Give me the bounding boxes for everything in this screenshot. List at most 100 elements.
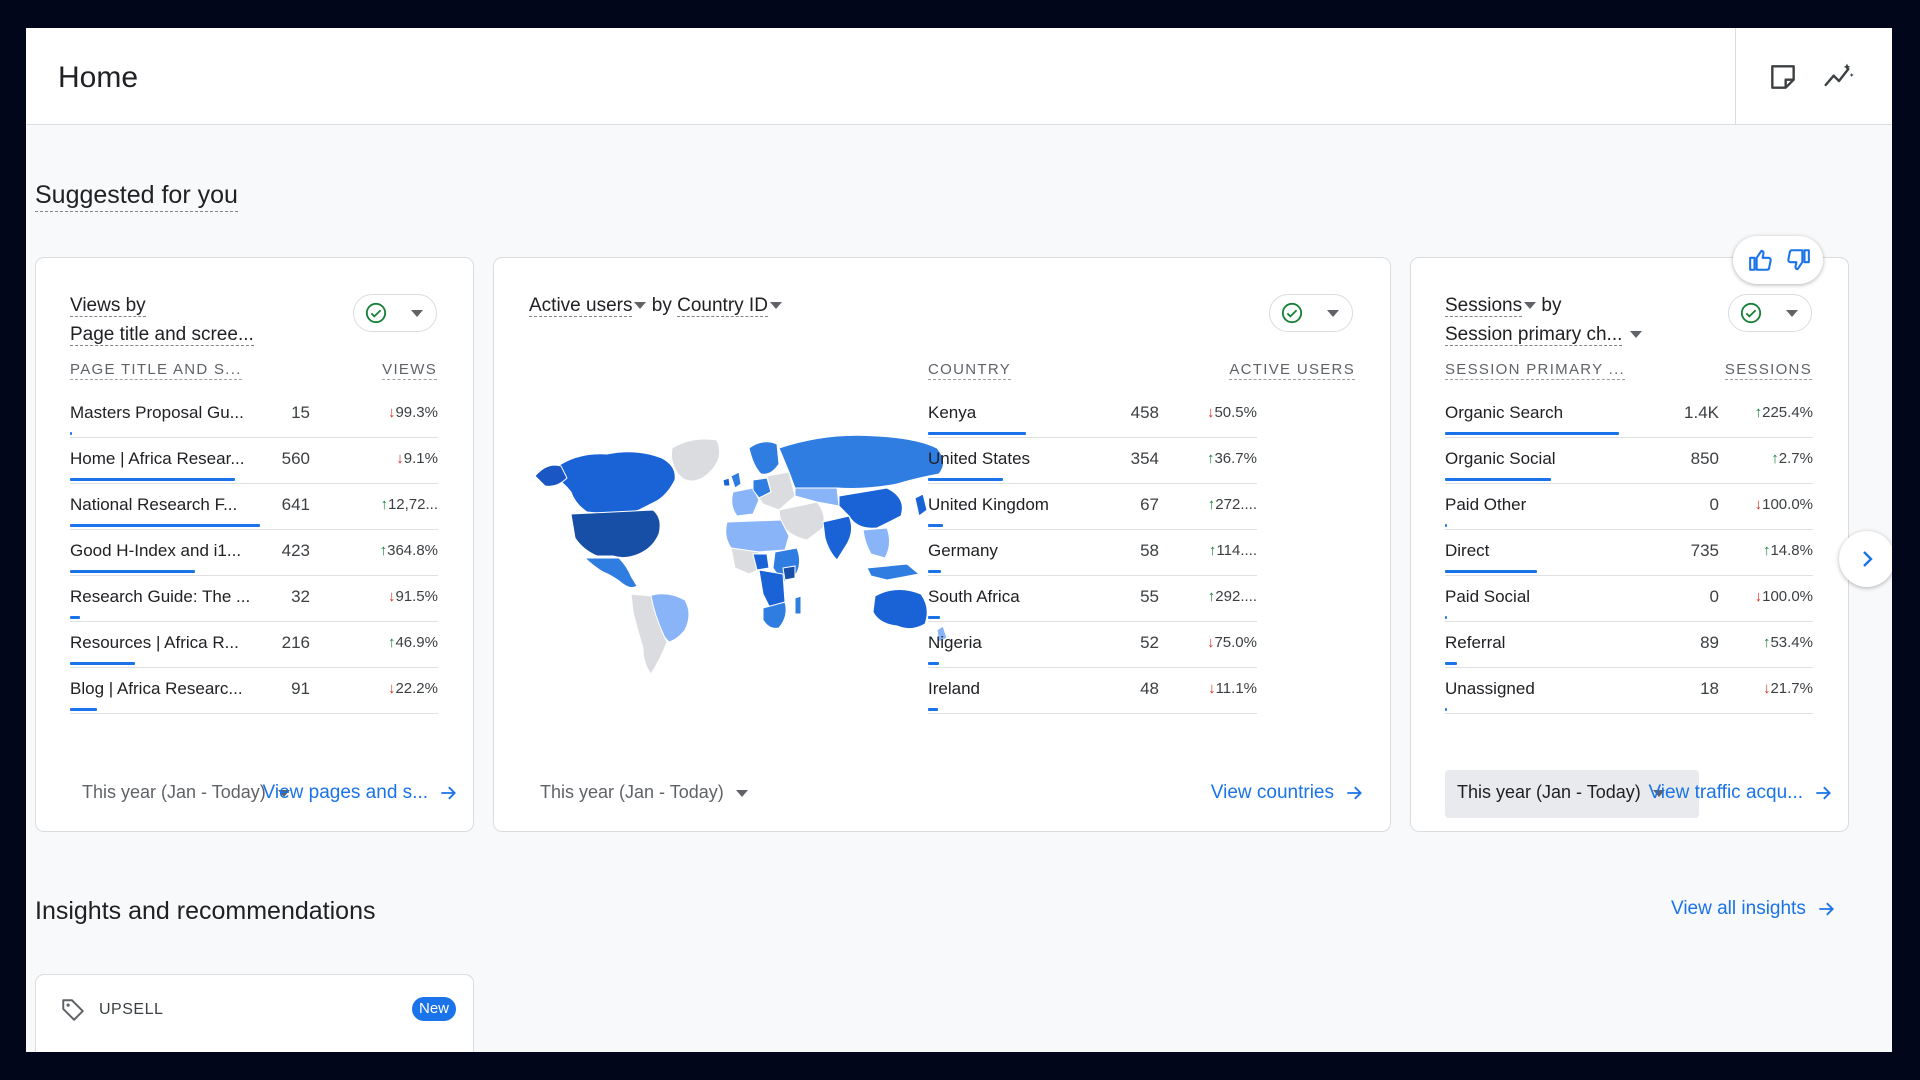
table-row[interactable]: South Africa 55 ↑292.... xyxy=(928,575,1257,622)
feedback-buttons xyxy=(1733,236,1823,284)
row-value: 1.4K xyxy=(1684,403,1719,422)
row-change-value: 36.7% xyxy=(1214,450,1257,467)
table-row[interactable]: Research Guide: The ... 32 ↓91.5% xyxy=(70,575,438,622)
row-label: Good H-Index and i1... xyxy=(70,541,242,560)
date-range-selector[interactable]: This year (Jan - Today) xyxy=(1457,782,1665,803)
row-bar xyxy=(70,662,135,665)
table-row[interactable]: Direct 735 ↑14.8% xyxy=(1445,529,1813,576)
table-row[interactable]: Ireland 48 ↓11.1% xyxy=(928,667,1257,714)
title-metric[interactable]: Sessions xyxy=(1445,295,1523,317)
new-badge: New xyxy=(412,997,457,1021)
date-range-selector[interactable]: This year (Jan - Today) xyxy=(82,782,290,803)
row-value: 18 xyxy=(1700,679,1719,698)
table-row[interactable]: Nigeria 52 ↓75.0% xyxy=(928,621,1257,668)
thumbs-up-icon[interactable] xyxy=(1748,247,1774,273)
table-row[interactable]: National Research F... 641 ↑12,72... xyxy=(70,483,438,530)
view-countries-link[interactable]: View countries xyxy=(1211,782,1364,804)
card-title[interactable]: Active users by Country ID xyxy=(529,291,782,320)
row-bar xyxy=(1445,662,1457,665)
status-dropdown[interactable] xyxy=(1728,294,1812,332)
row-label: Paid Other xyxy=(1445,495,1527,514)
arrow-down-icon: ↓ xyxy=(1754,496,1763,513)
row-value: 89 xyxy=(1700,633,1719,652)
table-row[interactable]: Good H-Index and i1... 423 ↑364.8% xyxy=(70,529,438,576)
table-row[interactable]: Blog | Africa Researc... 91 ↓22.2% xyxy=(70,667,438,714)
date-range-text: This year (Jan - Today) xyxy=(540,782,724,802)
row-bar xyxy=(1445,708,1447,711)
link-text: View all insights xyxy=(1671,898,1806,919)
column-header-metric[interactable]: ACTIVE USERS xyxy=(1229,361,1355,380)
table-row[interactable]: United States 354 ↑36.7% xyxy=(928,437,1257,484)
carousel-next-button[interactable] xyxy=(1839,531,1892,587)
date-range-text: This year (Jan - Today) xyxy=(82,782,266,802)
insight-card-upsell[interactable]: UPSELL New xyxy=(35,974,474,1052)
map-greenland xyxy=(671,438,721,482)
map-uk xyxy=(730,471,742,489)
column-header-dimension[interactable]: SESSION PRIMARY ... xyxy=(1445,361,1626,380)
notes-icon[interactable] xyxy=(1767,61,1799,93)
row-bar xyxy=(1445,478,1551,481)
row-change-value: 364.8% xyxy=(387,542,438,559)
table-row[interactable]: Kenya 458 ↓50.5% xyxy=(928,391,1257,438)
table-row[interactable]: Unassigned 18 ↓21.7% xyxy=(1445,667,1813,714)
table-row[interactable]: Masters Proposal Gu... 15 ↓99.3% xyxy=(70,391,438,438)
title-dimension: Page title and scree... xyxy=(70,324,254,346)
column-header-dimension[interactable]: COUNTRY xyxy=(928,361,1011,380)
insights-icon[interactable] xyxy=(1823,61,1855,93)
table-row[interactable]: Referral 89 ↑53.4% xyxy=(1445,621,1813,668)
chevron-down-icon xyxy=(769,302,782,310)
title-by: by xyxy=(1541,295,1562,316)
table-row[interactable]: Resources | Africa R... 216 ↑46.9% xyxy=(70,621,438,668)
row-label: National Research F... xyxy=(70,495,238,514)
world-map[interactable] xyxy=(527,418,967,678)
thumbs-down-icon[interactable] xyxy=(1785,247,1811,273)
row-value: 15 xyxy=(291,403,310,422)
arrow-up-icon: ↑ xyxy=(1754,404,1763,421)
title-dimension[interactable]: Session primary ch... xyxy=(1445,324,1623,346)
row-change: ↓75.0% xyxy=(1207,634,1257,651)
arrow-right-icon xyxy=(1816,786,1831,800)
column-header-metric[interactable]: SESSIONS xyxy=(1724,361,1812,380)
arrow-down-icon: ↓ xyxy=(1208,680,1216,697)
title-dimension[interactable]: Country ID xyxy=(677,295,768,317)
table-row[interactable]: Organic Search 1.4K ↑225.4% xyxy=(1445,391,1813,438)
row-change-value: 21.7% xyxy=(1770,680,1813,697)
title-metric[interactable]: Active users xyxy=(529,295,633,317)
column-header-metric[interactable]: VIEWS xyxy=(382,361,437,380)
row-change-value: 11.1% xyxy=(1215,680,1257,697)
row-value: 48 xyxy=(1140,679,1159,698)
link-text: View countries xyxy=(1210,782,1334,803)
chevron-down-icon xyxy=(1786,310,1798,317)
table-row[interactable]: Home | Africa Resear... 560 ↓9.1% xyxy=(70,437,438,484)
table-row[interactable]: Germany 58 ↑114.... xyxy=(928,529,1257,576)
row-label: Home | Africa Resear... xyxy=(70,449,245,468)
arrow-right-icon xyxy=(1347,786,1362,800)
card-title[interactable]: Sessions by Session primary ch... xyxy=(1445,291,1642,349)
date-range-selector[interactable]: This year (Jan - Today) xyxy=(540,782,748,803)
chevron-right-icon xyxy=(1863,551,1873,567)
tag-icon xyxy=(62,999,84,1021)
table-row[interactable]: United Kingdom 67 ↑272.... xyxy=(928,483,1257,530)
table-row[interactable]: Paid Social 0 ↓100.0% xyxy=(1445,575,1813,622)
row-change-value: 53.4% xyxy=(1770,634,1813,651)
check-circle-icon xyxy=(1740,302,1762,324)
row-label: Organic Search xyxy=(1445,403,1564,422)
column-header-dimension[interactable]: PAGE TITLE AND S... xyxy=(70,361,242,380)
status-dropdown[interactable] xyxy=(353,294,437,332)
view-all-insights-link[interactable]: View all insights xyxy=(1671,898,1836,920)
map-indonesia xyxy=(866,563,921,581)
map-kenya xyxy=(782,565,796,581)
row-change-value: 100.0% xyxy=(1762,588,1813,605)
table-row[interactable]: Paid Other 0 ↓100.0% xyxy=(1445,483,1813,530)
card-title[interactable]: Views by Page title and scree... xyxy=(70,291,254,349)
row-label: Unassigned xyxy=(1445,679,1535,698)
row-label: South Africa xyxy=(928,587,1020,606)
status-dropdown[interactable] xyxy=(1269,294,1353,332)
row-label: Ireland xyxy=(928,679,980,698)
row-label: Blog | Africa Researc... xyxy=(70,679,243,698)
view-pages-link[interactable]: View pages and s... xyxy=(263,782,458,804)
table-row[interactable]: Organic Social 850 ↑2.7% xyxy=(1445,437,1813,484)
row-change: ↑12,72... xyxy=(380,496,438,513)
row-bar xyxy=(70,478,235,481)
view-traffic-acquisition-link[interactable]: View traffic acqu... xyxy=(1648,782,1833,804)
